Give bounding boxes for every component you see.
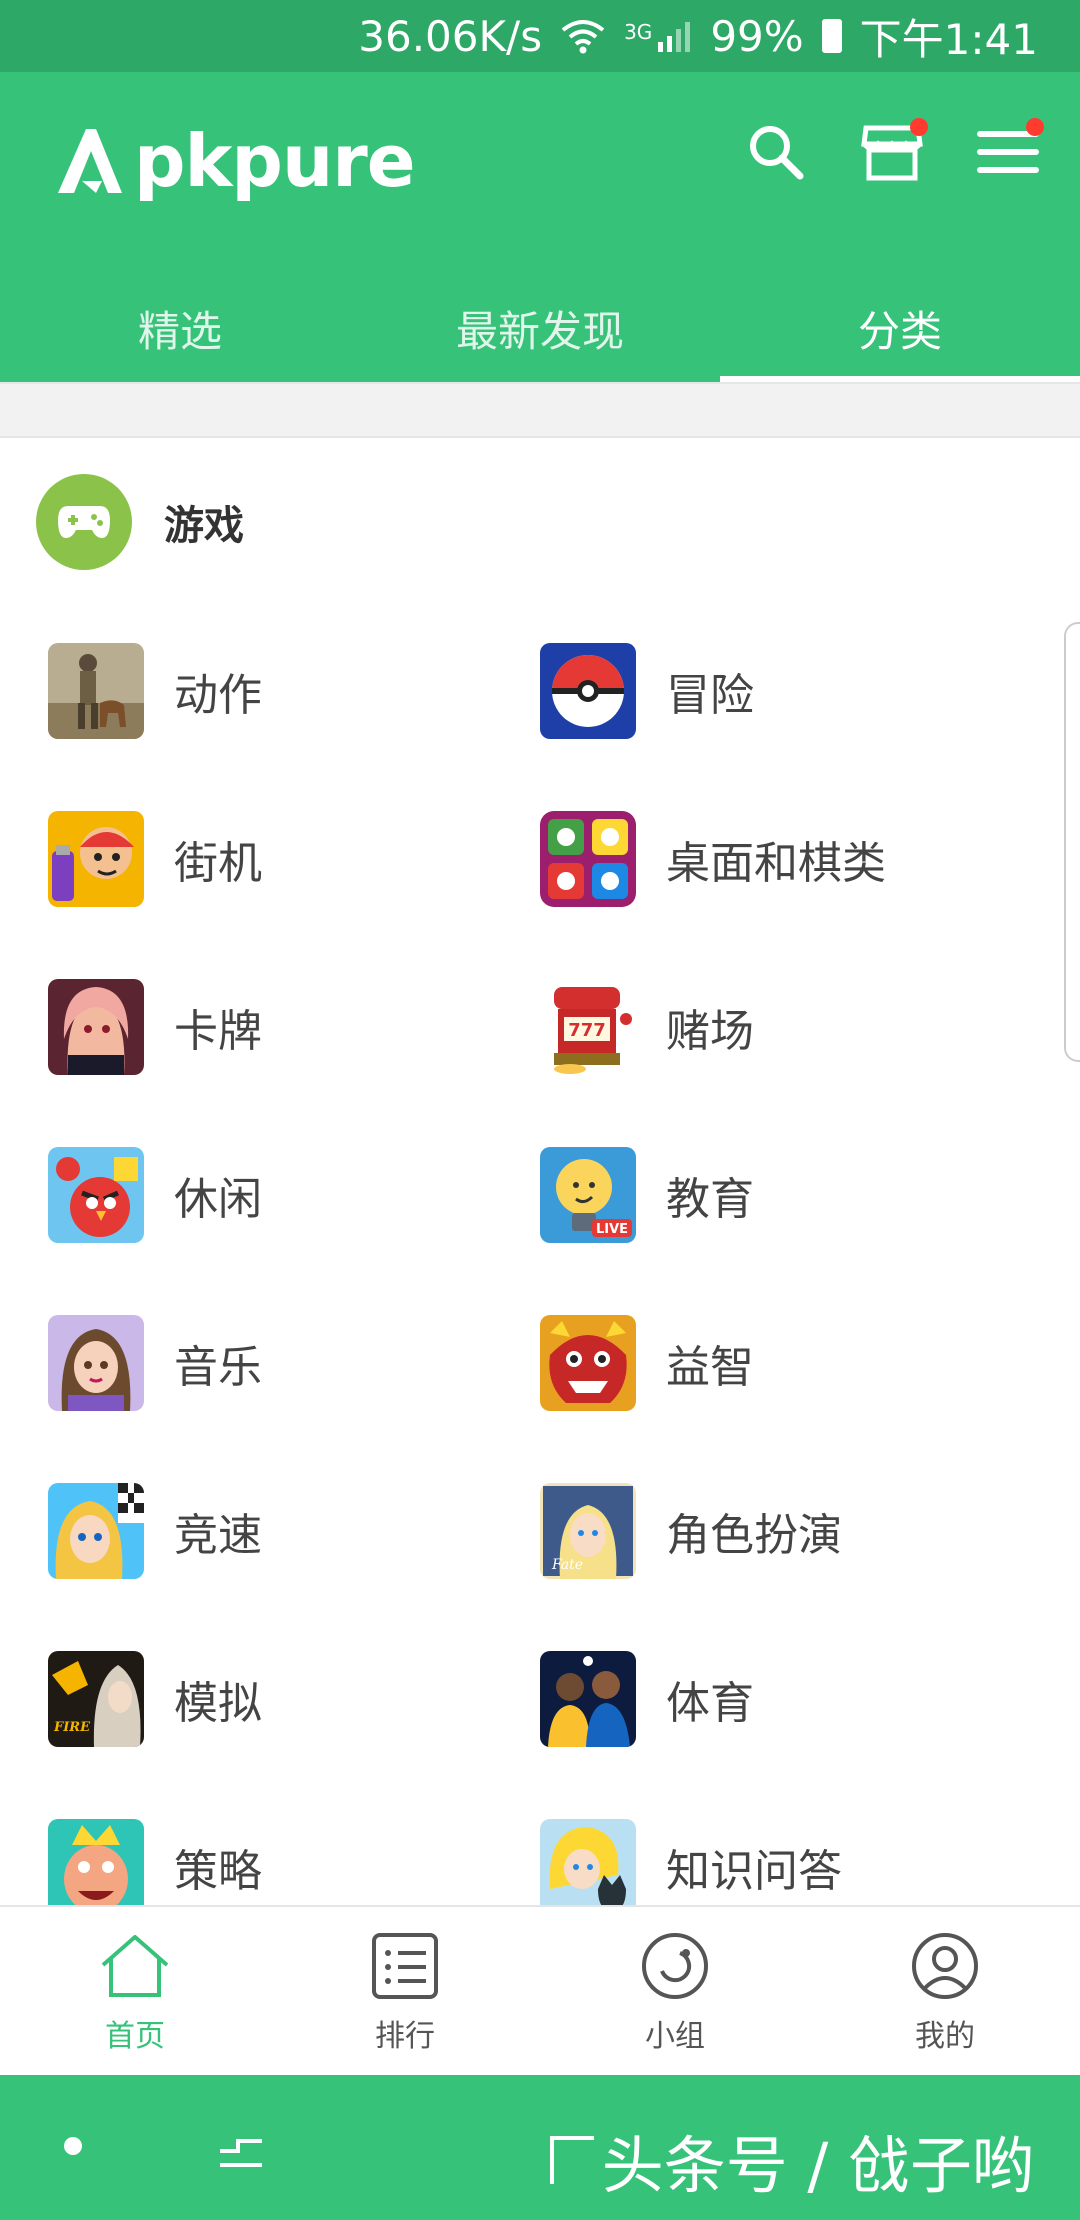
nav-label: 我的	[915, 2019, 975, 2054]
category-label: 赌场	[666, 1006, 754, 1057]
category-item[interactable]: Fate 角色扮演	[540, 1476, 1030, 1586]
arcade-game-icon	[48, 811, 144, 907]
profile-icon	[912, 1933, 978, 1999]
ranking-list-icon	[372, 1933, 438, 1999]
category-item[interactable]: 竞速	[48, 1476, 538, 1586]
casino-game-icon: 777	[540, 979, 636, 1075]
tab-featured[interactable]: 精选	[0, 282, 360, 382]
category-item[interactable]: 音乐	[48, 1308, 538, 1418]
category-item[interactable]: 街机	[48, 804, 538, 914]
category-label: 教育	[666, 1174, 754, 1225]
svg-text:Fate: Fate	[551, 1557, 583, 1573]
nav-label: 排行	[375, 2019, 435, 2054]
wifi-icon	[560, 18, 606, 54]
signal-icon: 3G	[624, 20, 692, 52]
category-item[interactable]: 动作	[48, 636, 538, 746]
category-label: 竞速	[174, 1510, 262, 1561]
category-item[interactable]: LIVE 教育	[540, 1140, 1030, 1250]
apkpure-logo[interactable]: pkpure	[52, 116, 416, 206]
category-label: 音乐	[174, 1342, 262, 1393]
category-item[interactable]: 777 赌场	[540, 972, 1030, 1082]
racing-game-icon	[48, 1483, 144, 1579]
nav-ranking[interactable]: 排行	[270, 1907, 540, 2075]
category-label: 策略	[174, 1846, 262, 1897]
section-header-games: 游戏	[36, 474, 244, 570]
top-tabs: 精选 最新发现 分类	[0, 282, 1080, 382]
sports-game-icon	[540, 1651, 636, 1747]
role-playing-game-icon: Fate	[540, 1483, 636, 1579]
category-item[interactable]: 体育	[540, 1644, 1030, 1754]
menu-notification-badge	[1026, 118, 1044, 136]
category-item[interactable]: 冒险	[540, 636, 1030, 746]
card-game-icon	[48, 979, 144, 1075]
group-ring-icon	[642, 1933, 708, 1999]
svg-text:FIRE: FIRE	[53, 1720, 91, 1735]
home-dot-button[interactable]	[64, 2137, 82, 2155]
side-drawer-handle[interactable]	[1064, 622, 1080, 1062]
logo-text: pkpure	[134, 119, 416, 203]
category-label: 模拟	[174, 1678, 262, 1729]
clock: 下午1:41	[859, 14, 1038, 64]
nav-home[interactable]: 首页	[0, 1907, 270, 2075]
system-nav-bar: 头条号 / 戗子哟	[0, 2075, 1080, 2220]
category-label: 休闲	[174, 1174, 262, 1225]
section-title: 游戏	[164, 503, 244, 549]
svg-text:LIVE: LIVE	[596, 1222, 628, 1237]
category-item[interactable]: 益智	[540, 1308, 1030, 1418]
music-game-icon	[48, 1315, 144, 1411]
app-header: pkpure 精选 最新发现 分类	[0, 72, 1080, 382]
adventure-game-icon	[540, 643, 636, 739]
category-label: 桌面和棋类	[666, 838, 886, 889]
category-label: 街机	[174, 838, 262, 889]
casual-game-icon	[48, 1147, 144, 1243]
menu-button[interactable]	[976, 118, 1044, 184]
divider-band	[0, 382, 1080, 438]
action-game-icon	[48, 643, 144, 739]
search-icon	[750, 126, 804, 180]
category-item[interactable]: FIRE 模拟	[48, 1644, 538, 1754]
puzzle-game-icon	[540, 1315, 636, 1411]
category-item[interactable]: 桌面和棋类	[540, 804, 1030, 914]
status-bar: 36.06K/s 3G 99% 下午1:41	[0, 0, 1080, 72]
simulation-game-icon: FIRE	[48, 1651, 144, 1747]
bottom-navigation: 首页 排行 小组 我的	[0, 1905, 1080, 2075]
svg-text:777: 777	[568, 1020, 606, 1041]
nav-profile[interactable]: 我的	[810, 1907, 1080, 2075]
battery-icon	[821, 19, 842, 53]
trivia-game-icon	[540, 1819, 636, 1915]
tab-new-discovery[interactable]: 最新发现	[360, 282, 720, 382]
network-type: 3G	[624, 20, 653, 44]
recent-apps-icon	[220, 2139, 262, 2167]
home-icon	[101, 1935, 169, 1997]
category-label: 益智	[666, 1342, 754, 1393]
watermark: 头条号 / 戗子哟	[549, 2115, 1034, 2205]
gamepad-icon	[36, 474, 132, 570]
watermark-logo-icon	[549, 2136, 594, 2184]
recent-apps-button[interactable]	[216, 2125, 266, 2179]
category-label: 体育	[666, 1678, 754, 1729]
category-label: 冒险	[666, 670, 754, 721]
category-label: 角色扮演	[666, 1510, 842, 1561]
search-button[interactable]	[744, 120, 808, 184]
category-label: 动作	[174, 670, 262, 721]
category-item[interactable]: 卡牌	[48, 972, 538, 1082]
nav-label: 小组	[645, 2019, 705, 2054]
logo-a-icon	[58, 129, 122, 193]
nav-label: 首页	[105, 2019, 165, 2054]
category-item[interactable]: 休闲	[48, 1140, 538, 1250]
store-button[interactable]	[860, 118, 928, 184]
category-label: 卡牌	[174, 1006, 262, 1057]
store-notification-badge	[910, 118, 928, 136]
network-speed: 36.06K/s	[358, 11, 543, 61]
category-label: 知识问答	[666, 1846, 842, 1897]
strategy-game-icon	[48, 1819, 144, 1915]
battery-percent: 99%	[710, 11, 804, 61]
board-game-icon	[540, 811, 636, 907]
watermark-text: 头条号 / 戗子哟	[601, 2129, 1034, 2202]
tab-categories[interactable]: 分类	[720, 282, 1080, 382]
education-game-icon: LIVE	[540, 1147, 636, 1243]
nav-group[interactable]: 小组	[540, 1907, 810, 2075]
